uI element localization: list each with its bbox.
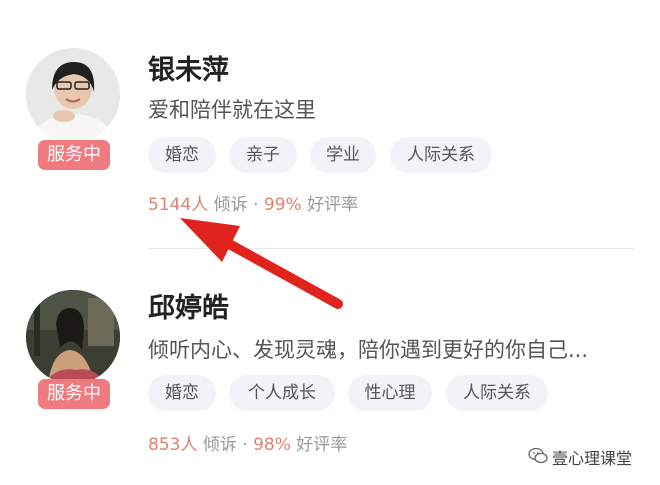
stats-separator: · xyxy=(242,435,248,455)
consult-count: 853人 xyxy=(148,435,198,455)
counselor-name[interactable]: 银未萍 xyxy=(148,48,229,87)
counselor-bio: 倾听内心、发现灵魂，陪你遇到更好的你自己... xyxy=(148,338,589,362)
counselor-bio: 爱和陪伴就在这里 xyxy=(148,98,316,122)
consult-label: 倾诉 xyxy=(213,195,248,215)
avatar[interactable] xyxy=(26,48,120,142)
consult-count: 5144人 xyxy=(148,195,209,215)
rating-value: 98% xyxy=(253,435,291,455)
tag[interactable]: 个人成长 xyxy=(229,375,335,411)
watermark-text: 壹心理课堂 xyxy=(552,449,633,468)
stats-line: 853人 倾诉 · 98% 好评率 xyxy=(148,430,347,455)
tag[interactable]: 婚恋 xyxy=(148,375,216,411)
rating-label: 好评率 xyxy=(307,195,359,215)
consult-label: 倾诉 xyxy=(202,435,237,455)
tag[interactable]: 人际关系 xyxy=(446,375,548,411)
avatar[interactable] xyxy=(26,290,120,384)
counselor-name[interactable]: 邱婷皓 xyxy=(148,286,229,325)
tag[interactable]: 亲子 xyxy=(229,137,297,173)
wechat-icon xyxy=(528,447,548,464)
avatar-photo xyxy=(26,290,120,384)
tag[interactable]: 学业 xyxy=(310,137,376,173)
rating-label: 好评率 xyxy=(296,435,348,455)
status-badge: 服务中 xyxy=(38,140,110,170)
counselor-card[interactable]: 服务中 银未萍 爱和陪伴就在这里 婚恋 亲子 学业 人际关系 5144人 倾诉 … xyxy=(0,0,660,248)
tag[interactable]: 婚恋 xyxy=(148,137,216,173)
stats-separator: · xyxy=(253,195,259,215)
status-badge: 服务中 xyxy=(38,379,110,409)
divider xyxy=(148,248,634,249)
avatar-photo xyxy=(26,48,120,142)
rating-value: 99% xyxy=(263,195,302,215)
stats-line: 5144人 倾诉 · 99% 好评率 xyxy=(148,190,358,215)
tag[interactable]: 性心理 xyxy=(348,375,432,411)
tag[interactable]: 人际关系 xyxy=(390,137,492,173)
